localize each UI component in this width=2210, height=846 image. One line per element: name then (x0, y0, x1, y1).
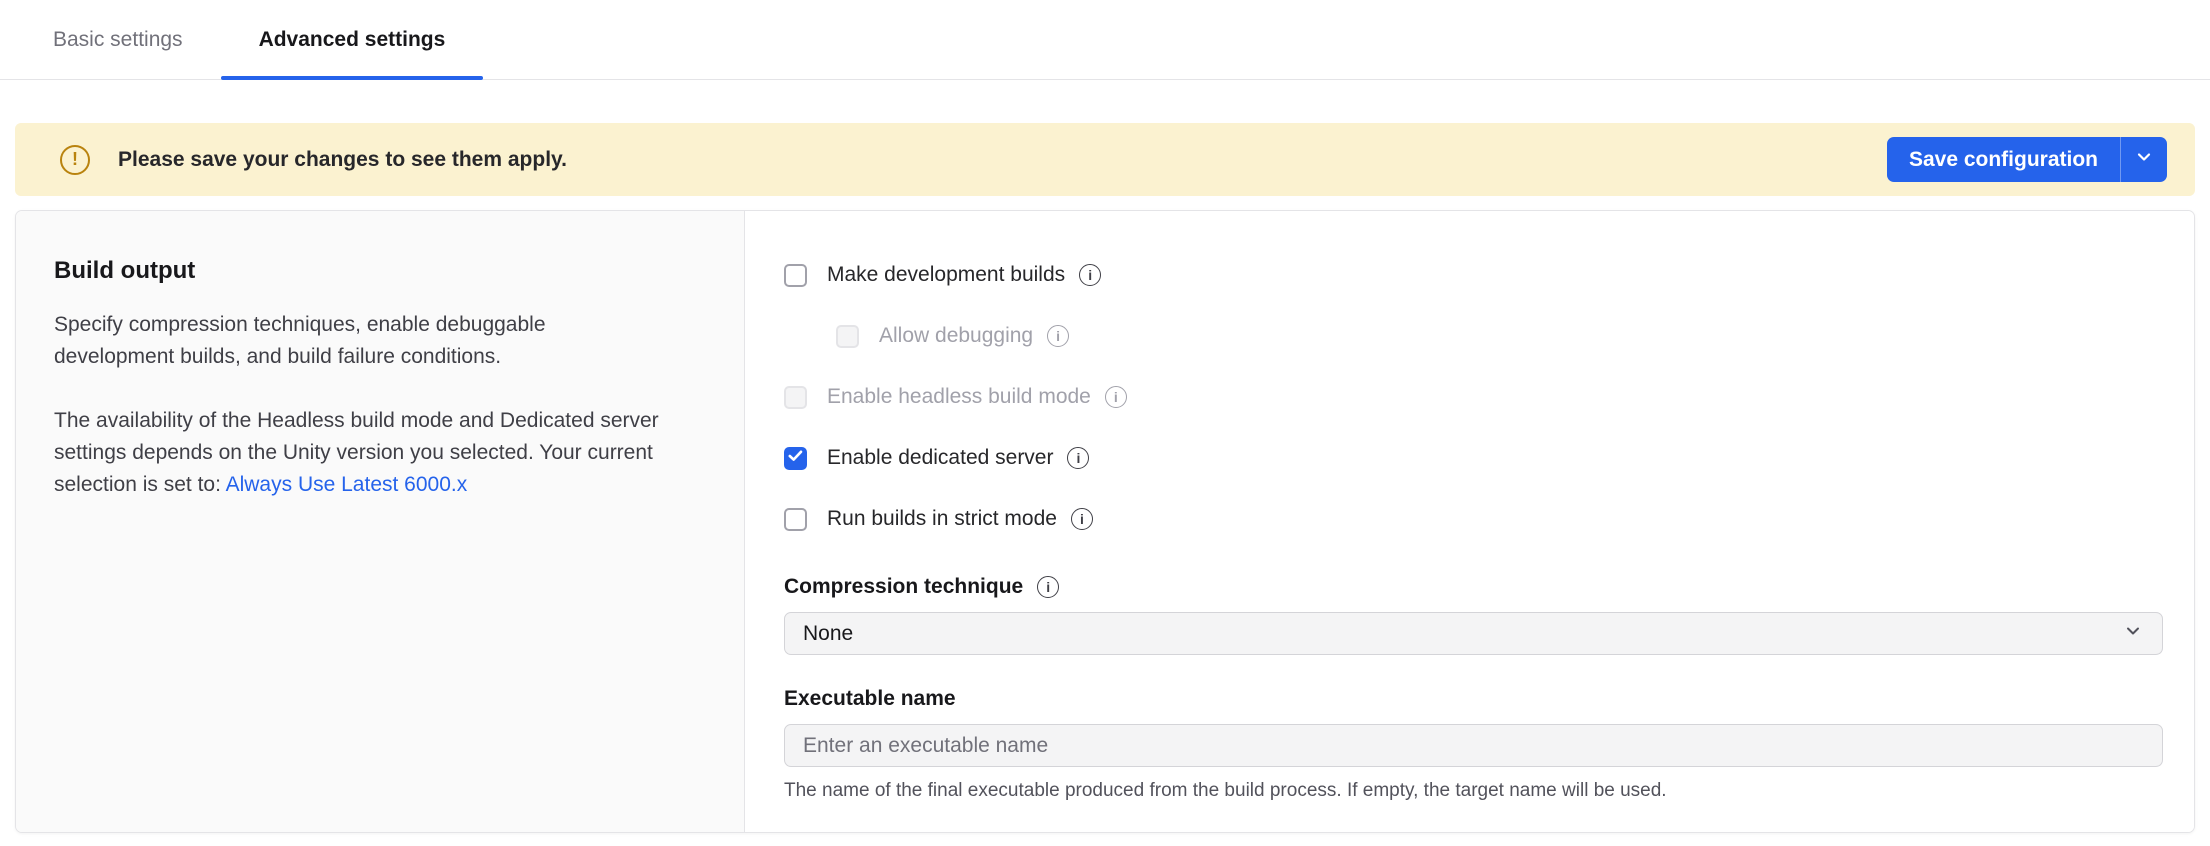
save-configuration-button[interactable]: Save configuration (1887, 137, 2121, 182)
checkbox-row-allow-debugging: Allow debugging i (836, 322, 2163, 350)
checkbox-label: Enable headless build mode (827, 385, 1091, 409)
save-configuration-split-button: Save configuration (1887, 137, 2167, 182)
tab-basic-settings[interactable]: Basic settings (15, 0, 221, 79)
warning-icon: ! (60, 145, 90, 175)
build-output-panel: Build output Specify compression techniq… (16, 211, 745, 832)
info-icon[interactable]: i (1047, 325, 1069, 347)
checkbox-row-enable-headless-build-mode: Enable headless build mode i (784, 383, 2163, 411)
unity-version-link[interactable]: Always Use Latest 6000.x (226, 473, 468, 496)
checkbox-run-builds-in-strict-mode[interactable] (784, 508, 807, 531)
panel-availability: The availability of the Headless build m… (54, 405, 664, 501)
checkbox-enable-headless-build-mode (784, 386, 807, 409)
executable-name-label: Executable name (784, 687, 2163, 711)
executable-name-input[interactable] (784, 724, 2163, 767)
tab-basic-settings-label: Basic settings (53, 28, 183, 52)
chevron-down-icon (2122, 620, 2144, 648)
checkbox-row-run-builds-in-strict-mode: Run builds in strict mode i (784, 505, 2163, 533)
compression-technique-label-row: Compression technique i (784, 575, 2163, 599)
checkbox-label[interactable]: Run builds in strict mode (827, 507, 1057, 531)
info-icon[interactable]: i (1079, 264, 1101, 286)
panel-title: Build output (54, 257, 664, 285)
checkbox-enable-dedicated-server[interactable] (784, 447, 807, 470)
checkbox-row-enable-dedicated-server: Enable dedicated server i (784, 444, 2163, 472)
tab-advanced-settings-label: Advanced settings (259, 28, 446, 52)
check-icon (788, 449, 803, 467)
warning-banner: ! Please save your changes to see them a… (15, 123, 2195, 196)
info-icon[interactable]: i (1067, 447, 1089, 469)
info-icon[interactable]: i (1071, 508, 1093, 530)
options-panel: Make development builds i Allow debuggin… (745, 211, 2194, 832)
info-icon[interactable]: i (1105, 386, 1127, 408)
compression-selected-value: None (803, 622, 853, 646)
checkbox-label[interactable]: Enable dedicated server (827, 446, 1053, 470)
banner-message: Please save your changes to see them app… (118, 148, 567, 172)
compression-technique-select[interactable]: None (784, 612, 2163, 655)
checkbox-label[interactable]: Make development builds (827, 263, 1065, 287)
info-icon[interactable]: i (1037, 576, 1059, 598)
save-configuration-label: Save configuration (1909, 148, 2098, 172)
compression-technique-label: Compression technique (784, 575, 1023, 599)
executable-name-helper: The name of the final executable produce… (784, 780, 2163, 802)
checkbox-allow-debugging (836, 325, 859, 348)
tab-advanced-settings[interactable]: Advanced settings (221, 0, 484, 79)
chevron-down-icon (2134, 147, 2154, 172)
panel-description: Specify compression techniques, enable d… (54, 309, 664, 373)
tab-bar: Basic settings Advanced settings (0, 0, 2210, 80)
settings-card: Build output Specify compression techniq… (15, 210, 2195, 833)
checkbox-label: Allow debugging (879, 324, 1033, 348)
save-configuration-dropdown[interactable] (2121, 137, 2167, 182)
checkbox-row-make-development-builds: Make development builds i (784, 261, 2163, 289)
checkbox-make-development-builds[interactable] (784, 264, 807, 287)
